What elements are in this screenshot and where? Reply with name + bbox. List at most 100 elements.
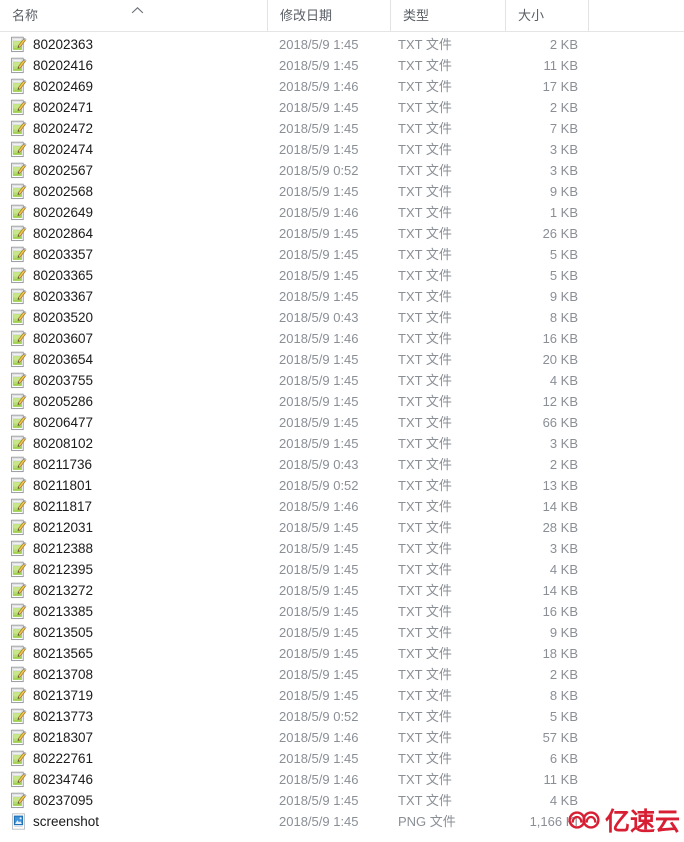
file-date-modified: 2018/5/9 1:46 (279, 772, 359, 787)
file-row[interactable]: 80203520 2018/5/9 0:43 TXT 文件 8 KB (0, 307, 684, 328)
file-name: 80202363 (33, 37, 94, 52)
file-type: TXT 文件 (398, 247, 452, 262)
file-row[interactable]: 80212388 2018/5/9 1:45 TXT 文件 3 KB (0, 538, 684, 559)
file-row[interactable]: 80205286 2018/5/9 1:45 TXT 文件 12 KB (0, 391, 684, 412)
file-size: 4 KB (549, 562, 578, 577)
file-row[interactable]: 80237095 2018/5/9 1:45 TXT 文件 4 KB (0, 790, 684, 811)
file-row[interactable]: 80212031 2018/5/9 1:45 TXT 文件 28 KB (0, 517, 684, 538)
file-name: 80222761 (33, 751, 94, 766)
file-row[interactable]: 80211801 2018/5/9 0:52 TXT 文件 13 KB (0, 475, 684, 496)
file-row[interactable]: 80202469 2018/5/9 1:46 TXT 文件 17 KB (0, 76, 684, 97)
column-header-date-modified-label: 修改日期 (280, 8, 333, 23)
file-date-modified: 2018/5/9 1:45 (279, 415, 359, 430)
file-row[interactable]: 80213708 2018/5/9 1:45 TXT 文件 2 KB (0, 664, 684, 685)
file-type: TXT 文件 (398, 499, 452, 514)
file-row[interactable]: 80234746 2018/5/9 1:46 TXT 文件 11 KB (0, 769, 684, 790)
file-row[interactable]: 80218307 2018/5/9 1:46 TXT 文件 57 KB (0, 727, 684, 748)
file-row[interactable]: 80212395 2018/5/9 1:45 TXT 文件 4 KB (0, 559, 684, 580)
file-row[interactable]: 80202474 2018/5/9 1:45 TXT 文件 3 KB (0, 139, 684, 160)
file-row[interactable]: 80203365 2018/5/9 1:45 TXT 文件 5 KB (0, 265, 684, 286)
file-size: 11 KB (543, 58, 578, 73)
file-name: 80211801 (33, 478, 93, 493)
file-date-modified: 2018/5/9 1:45 (279, 58, 359, 73)
file-row[interactable]: 80202649 2018/5/9 1:46 TXT 文件 1 KB (0, 202, 684, 223)
file-size: 28 KB (542, 520, 578, 535)
file-row[interactable]: 80213272 2018/5/9 1:45 TXT 文件 14 KB (0, 580, 684, 601)
file-type: PNG 文件 (398, 814, 456, 829)
file-row[interactable]: 80203367 2018/5/9 1:45 TXT 文件 9 KB (0, 286, 684, 307)
file-name: 80203365 (33, 268, 94, 283)
file-size: 2 KB (549, 37, 578, 52)
txt-file-icon (10, 666, 27, 683)
file-row[interactable]: 80203654 2018/5/9 1:45 TXT 文件 20 KB (0, 349, 684, 370)
file-row[interactable]: 80211817 2018/5/9 1:46 TXT 文件 14 KB (0, 496, 684, 517)
column-header-type[interactable]: 类型 (390, 0, 505, 31)
file-name: 80211736 (33, 457, 93, 472)
file-row[interactable]: 80202471 2018/5/9 1:45 TXT 文件 2 KB (0, 97, 684, 118)
file-row[interactable]: 80222761 2018/5/9 1:45 TXT 文件 6 KB (0, 748, 684, 769)
file-row[interactable]: 80213719 2018/5/9 1:45 TXT 文件 8 KB (0, 685, 684, 706)
file-name: 80213385 (33, 604, 94, 619)
file-type: TXT 文件 (398, 583, 452, 598)
txt-file-icon (10, 351, 27, 368)
file-row[interactable]: screenshot 2018/5/9 1:45 PNG 文件 1,166 KI (0, 811, 684, 832)
file-date-modified: 2018/5/9 1:45 (279, 541, 359, 556)
txt-file-icon (10, 708, 27, 725)
file-row[interactable]: 80202864 2018/5/9 1:45 TXT 文件 26 KB (0, 223, 684, 244)
file-row[interactable]: 80202416 2018/5/9 1:45 TXT 文件 11 KB (0, 55, 684, 76)
file-row[interactable]: 80203607 2018/5/9 1:46 TXT 文件 16 KB (0, 328, 684, 349)
file-name: 80206477 (33, 415, 94, 430)
file-row[interactable]: 80213773 2018/5/9 0:52 TXT 文件 5 KB (0, 706, 684, 727)
file-type: TXT 文件 (398, 730, 452, 745)
file-name: 80208102 (33, 436, 94, 451)
file-date-modified: 2018/5/9 1:45 (279, 37, 359, 52)
column-header-name[interactable]: 名称 (0, 0, 267, 31)
file-date-modified: 2018/5/9 1:45 (279, 562, 359, 577)
file-row[interactable]: 80203755 2018/5/9 1:45 TXT 文件 4 KB (0, 370, 684, 391)
column-header-spacer[interactable] (588, 0, 684, 31)
file-size: 1 KB (549, 205, 578, 220)
file-row[interactable]: 80211736 2018/5/9 0:43 TXT 文件 2 KB (0, 454, 684, 475)
file-name: 80202416 (33, 58, 94, 73)
file-row[interactable]: 80206477 2018/5/9 1:45 TXT 文件 66 KB (0, 412, 684, 433)
file-list: 80202363 2018/5/9 1:45 TXT 文件 2 KB 80202416 2… (0, 32, 684, 832)
file-type: TXT 文件 (398, 646, 452, 661)
file-row[interactable]: 80213505 2018/5/9 1:45 TXT 文件 9 KB (0, 622, 684, 643)
column-header-size[interactable]: 大小 (505, 0, 588, 31)
file-type: TXT 文件 (398, 478, 452, 493)
file-date-modified: 2018/5/9 1:45 (279, 520, 359, 535)
file-size: 1,166 KI (529, 814, 578, 829)
file-row[interactable]: 80202472 2018/5/9 1:45 TXT 文件 7 KB (0, 118, 684, 139)
file-size: 16 KB (542, 604, 578, 619)
file-type: TXT 文件 (398, 667, 452, 682)
txt-file-icon (10, 687, 27, 704)
file-row[interactable]: 80208102 2018/5/9 1:45 TXT 文件 3 KB (0, 433, 684, 454)
file-name: 80202568 (33, 184, 94, 199)
file-type: TXT 文件 (398, 436, 452, 451)
file-size: 4 KB (549, 373, 578, 388)
file-date-modified: 2018/5/9 1:46 (279, 205, 359, 220)
file-date-modified: 2018/5/9 1:45 (279, 436, 359, 451)
file-row[interactable]: 80213565 2018/5/9 1:45 TXT 文件 18 KB (0, 643, 684, 664)
file-row[interactable]: 80202363 2018/5/9 1:45 TXT 文件 2 KB (0, 34, 684, 55)
file-date-modified: 2018/5/9 0:43 (279, 310, 359, 325)
file-name: 80202472 (33, 121, 94, 136)
file-row[interactable]: 80202567 2018/5/9 0:52 TXT 文件 3 KB (0, 160, 684, 181)
file-date-modified: 2018/5/9 1:45 (279, 247, 359, 262)
file-size: 9 KB (549, 625, 578, 640)
column-header-date-modified[interactable]: 修改日期 (267, 0, 390, 31)
file-row[interactable]: 80203357 2018/5/9 1:45 TXT 文件 5 KB (0, 244, 684, 265)
file-size: 14 KB (542, 583, 578, 598)
sort-ascending-icon (131, 6, 144, 15)
file-row[interactable]: 80213385 2018/5/9 1:45 TXT 文件 16 KB (0, 601, 684, 622)
txt-file-icon (10, 183, 27, 200)
file-row[interactable]: 80202568 2018/5/9 1:45 TXT 文件 9 KB (0, 181, 684, 202)
file-type: TXT 文件 (398, 541, 452, 556)
file-date-modified: 2018/5/9 1:45 (279, 289, 359, 304)
file-size: 3 KB (549, 541, 578, 556)
file-type: TXT 文件 (398, 772, 452, 787)
file-type: TXT 文件 (398, 457, 452, 472)
column-header-size-label: 大小 (518, 8, 545, 23)
file-date-modified: 2018/5/9 1:45 (279, 751, 359, 766)
txt-file-icon (10, 750, 27, 767)
